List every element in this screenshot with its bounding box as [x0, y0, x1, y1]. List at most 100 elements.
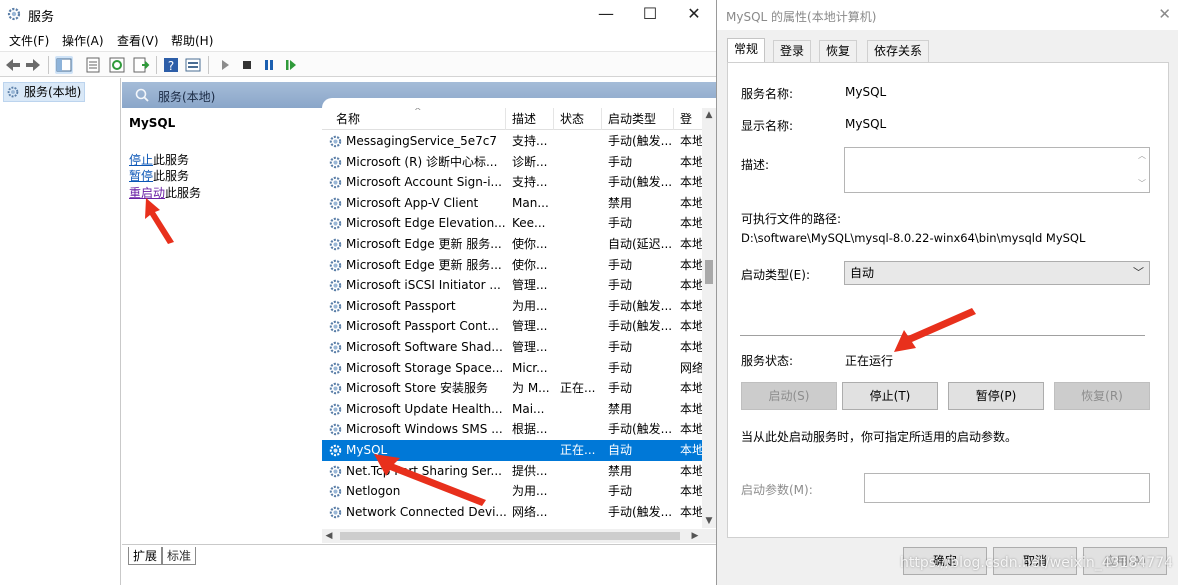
- table-row[interactable]: Microsoft Software Shad... 管理... 手动 本地: [322, 337, 702, 358]
- stop-service-suffix: 此服务: [153, 153, 190, 167]
- table-row[interactable]: Microsoft Passport Cont... 管理... 手动(触发... 本…: [322, 316, 702, 337]
- column-logon[interactable]: 登: [674, 108, 702, 130]
- cell-description: 提供...: [512, 463, 548, 478]
- general-tab-panel: 服务名称: MySQL 显示名称: MySQL 描述: ︿ ﹀ 可执行文件的路径…: [727, 62, 1169, 538]
- tab-logon[interactable]: 登录: [773, 40, 812, 62]
- horizontal-scroll-thumb[interactable]: [340, 532, 680, 540]
- cell-startup-type: 手动(触发...: [608, 175, 673, 190]
- mysql-properties-dialog: MySQL 的属性(本地计算机) ✕ 常规 登录 恢复 依存关系 服务名称: M…: [716, 0, 1178, 585]
- stop-service-link[interactable]: 停止: [129, 153, 153, 167]
- table-row[interactable]: Microsoft Storage Space... Micr... 手动 网络: [322, 358, 702, 379]
- vertical-scroll-thumb[interactable]: [705, 260, 713, 284]
- pause-service-link[interactable]: 暂停: [129, 169, 153, 183]
- cell-description: Kee...: [512, 216, 546, 231]
- menu-view[interactable]: 查看(V): [117, 32, 159, 49]
- scroll-up-icon[interactable]: ︿: [1138, 150, 1146, 161]
- scroll-down-icon[interactable]: ﹀: [1138, 178, 1146, 189]
- table-row[interactable]: Microsoft Windows SMS ... 根据... 手动(触发... 本地: [322, 419, 702, 440]
- scroll-left-icon[interactable]: ◀: [322, 529, 336, 543]
- menu-action[interactable]: 操作(A): [62, 32, 104, 49]
- cell-status: 正在...: [560, 381, 596, 396]
- tab-recovery[interactable]: 恢复: [819, 40, 858, 62]
- list-corner: [322, 98, 716, 108]
- minimize-button[interactable]: —: [584, 2, 628, 26]
- start-params-input[interactable]: [864, 473, 1150, 503]
- column-status[interactable]: 状态: [554, 108, 602, 130]
- start-button[interactable]: 启动(S): [741, 382, 837, 410]
- vertical-scrollbar[interactable]: ▲ ▼: [702, 108, 716, 528]
- table-row[interactable]: Microsoft Edge Elevation... Kee... 手动 本地: [322, 213, 702, 234]
- table-row[interactable]: Microsoft App-V Client Man... 禁用 本地: [322, 193, 702, 214]
- column-startup-type[interactable]: 启动类型: [602, 108, 674, 130]
- maximize-button[interactable]: ☐: [628, 2, 672, 26]
- column-name-label: 名称: [336, 112, 361, 126]
- start-service-icon[interactable]: [216, 56, 234, 74]
- start-params-hint: 当从此处启动服务时，你可指定所适用的启动参数。: [741, 430, 1018, 444]
- cell-description: 为用...: [512, 298, 548, 313]
- description-scrollbar[interactable]: ︿ ﹀: [1135, 148, 1149, 192]
- stop-button[interactable]: 停止(T): [842, 382, 938, 410]
- startup-type-select[interactable]: 自动 ﹀: [844, 261, 1150, 285]
- console-tree-icon[interactable]: [55, 56, 73, 74]
- watermark-text: https://blog.csdn.net/weixin_43184774: [900, 555, 1174, 571]
- table-row[interactable]: Microsoft Passport 为用... 手动(触发... 本地: [322, 296, 702, 317]
- cell-status: [554, 172, 602, 192]
- table-row[interactable]: Microsoft Edge 更新 服务... 使你... 自动(延迟... 本地: [322, 234, 702, 255]
- cell-name: Microsoft Windows SMS ...: [346, 422, 503, 437]
- scroll-down-icon[interactable]: ▼: [702, 514, 716, 528]
- cell-logon: 本地: [680, 422, 702, 437]
- cell-logon: 本地: [680, 175, 702, 190]
- help-icon[interactable]: ?: [162, 56, 180, 74]
- back-arrow-icon[interactable]: [4, 56, 22, 74]
- tab-general[interactable]: 常规: [727, 38, 766, 63]
- cell-status: [554, 502, 602, 522]
- tab-standard[interactable]: 标准: [162, 547, 197, 565]
- column-description[interactable]: 描述: [506, 108, 554, 130]
- description-label: 描述:: [741, 158, 770, 172]
- properties-sheet-icon[interactable]: [84, 56, 102, 74]
- menu-help[interactable]: 帮助(H): [171, 32, 213, 49]
- services-gear-icon: [7, 86, 19, 98]
- menu-file[interactable]: 文件(F): [9, 32, 49, 49]
- table-row[interactable]: Microsoft (R) 诊断中心标... 诊断... 手动 本地: [322, 152, 702, 173]
- table-row[interactable]: Microsoft Edge 更新 服务... 使你... 手动 本地: [322, 255, 702, 276]
- cell-startup-type: 手动: [608, 360, 633, 375]
- resume-button[interactable]: 恢复(R): [1054, 382, 1150, 410]
- table-row[interactable]: MessagingService_5e7c7 支持... 手动(触发... 本地: [322, 131, 702, 152]
- pause-service-icon[interactable]: [260, 56, 278, 74]
- column-name[interactable]: 名称 ^: [330, 108, 506, 130]
- stop-service-icon[interactable]: [238, 56, 256, 74]
- table-row[interactable]: Microsoft Update Health... Mai... 禁用 本地: [322, 399, 702, 420]
- cell-logon: 本地: [680, 237, 702, 251]
- scroll-right-icon[interactable]: ▶: [688, 529, 702, 543]
- cell-status: [554, 193, 602, 213]
- tree-item-services-local[interactable]: 服务(本地): [3, 82, 85, 102]
- restart-service-icon[interactable]: [282, 56, 300, 74]
- properties-close-button[interactable]: ✕: [1158, 5, 1171, 23]
- tab-dependencies[interactable]: 依存关系: [867, 40, 930, 62]
- tree-item-label: 服务(本地): [24, 85, 82, 99]
- close-button[interactable]: ✕: [672, 2, 716, 26]
- list-column-header: 名称 ^ 描述 状态 启动类型 登: [322, 108, 716, 130]
- table-row[interactable]: Microsoft Account Sign-i... 支持... 手动(触发...…: [322, 172, 702, 193]
- cell-status: [554, 358, 602, 378]
- table-row[interactable]: Microsoft iSCSI Initiator ... 管理... 手动 本地: [322, 275, 702, 296]
- menu-bar: 文件(F) 操作(A) 查看(V) 帮助(H): [0, 30, 716, 50]
- table-row[interactable]: Microsoft Store 安装服务 为 M... 正在... 手动 本地: [322, 378, 702, 399]
- view-tabs: 扩展 标准: [122, 544, 716, 566]
- cell-description: 网络...: [512, 504, 548, 519]
- cell-startup-type: 手动(触发...: [608, 504, 673, 519]
- scroll-up-icon[interactable]: ▲: [702, 108, 716, 122]
- service-name-label: 服务名称:: [741, 87, 794, 101]
- pause-button[interactable]: 暂停(P): [948, 382, 1044, 410]
- refresh-icon[interactable]: [108, 56, 126, 74]
- description-textbox[interactable]: ︿ ﹀: [844, 147, 1150, 193]
- forward-arrow-icon[interactable]: [24, 56, 42, 74]
- services-details-area: 服务(本地) MySQL 停止此服务 暂停此服务 重启动此服务 名称 ^ 描述: [122, 78, 716, 585]
- view-icon[interactable]: [184, 56, 202, 74]
- horizontal-scrollbar[interactable]: ◀ ▶: [322, 529, 716, 543]
- cell-status: [554, 399, 602, 419]
- cell-logon: 本地: [680, 319, 702, 334]
- export-list-icon[interactable]: [132, 56, 150, 74]
- tab-extended[interactable]: 扩展: [128, 547, 163, 565]
